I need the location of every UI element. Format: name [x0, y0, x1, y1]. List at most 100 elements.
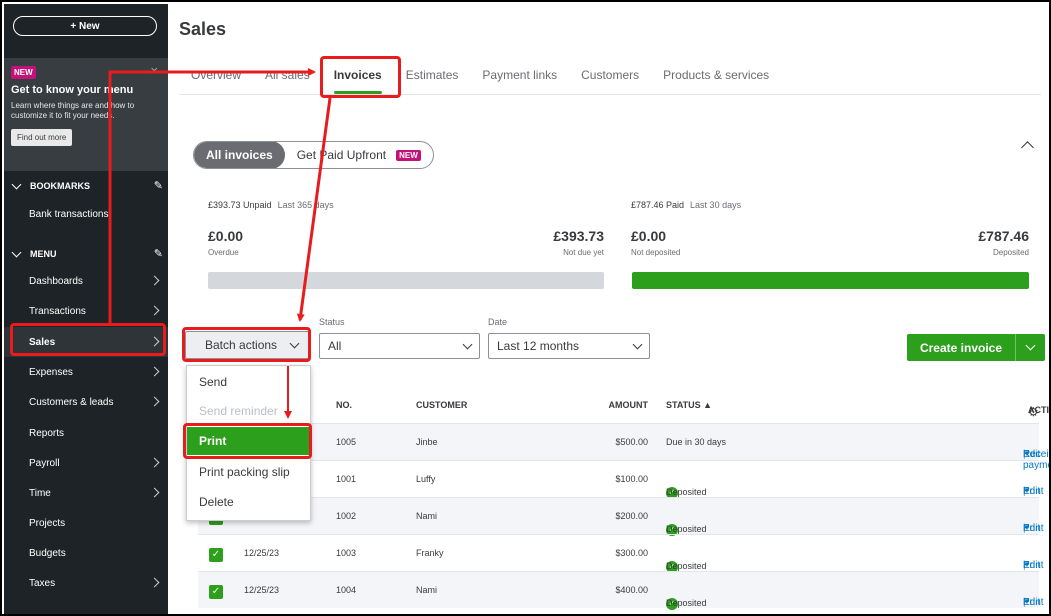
sales-tabs: Overview All sales Invoices Estimates Pa… [179, 66, 781, 96]
status-filter-select[interactable]: All [319, 333, 480, 359]
column-header-status[interactable]: STATUS ▲ [666, 400, 712, 410]
sidebar-item-projects[interactable]: Projects [4, 508, 168, 538]
tab-products-services[interactable]: Products & services [651, 66, 781, 94]
page-title: Sales [179, 19, 227, 39]
not-due-label: Not due yet [563, 248, 604, 257]
unpaid-summary-header: £393.73 Unpaid Last 365 days [208, 200, 334, 210]
bookmarks-header[interactable]: BOOKMARKS ✎ [11, 179, 163, 192]
menu-promo-card: NEW × Get to know your menu Learn where … [4, 58, 168, 171]
menu-item-delete[interactable]: Delete [187, 488, 310, 516]
batch-actions-dropdown[interactable]: Batch actions [185, 331, 311, 359]
column-header-no[interactable]: NO. [336, 400, 352, 410]
column-header-customer[interactable]: CUSTOMER [416, 400, 467, 410]
status-filter-label: Status [319, 317, 345, 327]
chevron-down-icon [11, 179, 22, 189]
menu-item-print-packing-slip[interactable]: Print packing slip [187, 458, 310, 486]
menu-item-send[interactable]: Send [187, 368, 310, 396]
close-icon[interactable]: × [150, 63, 158, 78]
sidebar-item-customers-leads[interactable]: Customers & leads [4, 387, 168, 417]
sidebar-item-time[interactable]: Time [4, 478, 168, 508]
sidebar-item-taxes[interactable]: Taxes [4, 568, 168, 598]
invoice-no: 1002 [336, 511, 357, 521]
left-sidebar: + New NEW × Get to know your menu Learn … [4, 4, 168, 614]
chevron-up-icon[interactable] [1021, 141, 1034, 154]
promo-new-badge: NEW [11, 66, 36, 79]
sidebar-item-payroll[interactable]: Payroll [4, 448, 168, 478]
tab-overview[interactable]: Overview [179, 66, 253, 94]
chevron-down-icon [462, 339, 473, 349]
paid-progress-bar[interactable] [632, 272, 1029, 289]
get-paid-upfront-label: Get Paid Upfront [296, 148, 387, 162]
all-invoices-toggle[interactable]: All invoices [194, 142, 285, 168]
paid-amount: £787.46 Paid [631, 200, 685, 210]
find-out-more-button[interactable]: Find out more [11, 129, 73, 146]
tab-estimates[interactable]: Estimates [394, 66, 471, 94]
caret-down-icon[interactable]: ▼ [1023, 560, 1031, 569]
sidebar-item-dashboards[interactable]: Dashboards [4, 266, 168, 296]
sidebar-item-expenses[interactable]: Expenses [4, 357, 168, 387]
caret-down-icon[interactable]: ▼ [1023, 523, 1031, 532]
status-filter-value: All [328, 339, 342, 353]
tab-payment-links[interactable]: Payment links [470, 66, 569, 94]
chevron-down-icon[interactable] [1025, 340, 1036, 351]
table-row[interactable]: 1005 Jinbe $500.00 Due in 30 days Edit | R… [198, 423, 1049, 471]
caret-down-icon[interactable]: ▼ [1023, 597, 1031, 606]
table-row[interactable]: 1001 Luffy $100.00 ✓ Deposited Edit | Print… [198, 460, 1044, 499]
overdue-value: £0.00 [208, 228, 244, 244]
customer-name: Franky [416, 548, 444, 558]
tab-invoices[interactable]: Invoices [322, 66, 394, 94]
pencil-icon[interactable]: ✎ [154, 179, 163, 192]
date-filter-select[interactable]: Last 12 months [488, 333, 650, 359]
tab-customers[interactable]: Customers [569, 66, 651, 94]
row-checkbox[interactable]: ✓ [209, 548, 223, 562]
invoice-date: 12/25/23 [244, 548, 280, 558]
pencil-icon[interactable]: ✎ [154, 247, 163, 260]
sidebar-item-label: Projects [29, 517, 66, 529]
tab-all-sales[interactable]: All sales [253, 66, 322, 94]
not-due-value: £393.73 [553, 228, 604, 244]
sidebar-item-transactions[interactable]: Transactions [4, 296, 168, 326]
date-filter-label: Date [488, 317, 508, 327]
status-text: Deposited [666, 487, 707, 497]
chevron-right-icon [149, 457, 160, 468]
invoice-no: 1004 [336, 585, 357, 595]
table-row[interactable]: ✓ 12/25/23 1004 Nami $400.00 ✓ Deposited … [198, 571, 1044, 610]
date-filter-value: Last 12 months [497, 339, 580, 353]
sidebar-item-label: Dashboards [29, 275, 83, 287]
deposited-label: Deposited [992, 248, 1029, 257]
status-text: Deposited [666, 561, 707, 571]
chevron-right-icon [149, 336, 160, 347]
table-row[interactable]: ✓ 12/25/23 1003 Franky $300.00 ✓ Deposite… [198, 534, 1044, 573]
caret-down-icon[interactable]: ▼ [1023, 486, 1031, 495]
sidebar-item-label: Budgets [29, 547, 66, 559]
menu-label: MENU [30, 248, 57, 259]
invoice-no: 1001 [336, 474, 357, 484]
new-button-label: + New [70, 20, 100, 32]
sidebar-item-budgets[interactable]: Budgets [4, 538, 168, 568]
sidebar-item-label: Time [29, 487, 51, 499]
customer-name: Nami [416, 511, 438, 521]
column-header-amount[interactable]: AMOUNT [598, 400, 649, 410]
chevron-right-icon [149, 487, 160, 498]
promo-text: Learn where things are and how to custom… [11, 101, 135, 120]
paid-period: Last 30 days [690, 200, 742, 210]
status-text: Deposited [666, 598, 707, 608]
menu-header[interactable]: MENU ✎ [11, 247, 163, 260]
sidebar-item-bank-transactions[interactable]: Bank transactions [4, 199, 168, 229]
invoice-amount: $300.00 [615, 548, 648, 558]
unpaid-progress-bar[interactable] [208, 272, 604, 289]
sidebar-item-sales[interactable]: Sales [4, 327, 168, 357]
caret-down-icon[interactable]: ▼ [1023, 449, 1031, 458]
gear-icon[interactable]: ⚙ [1028, 405, 1039, 419]
customer-name: Nami [416, 585, 438, 595]
new-button[interactable]: + New [13, 16, 157, 36]
create-invoice-button[interactable]: Create invoice [907, 334, 1045, 361]
menu-item-print[interactable]: Print [187, 427, 310, 455]
sidebar-item-reports[interactable]: Reports [4, 418, 168, 448]
sidebar-item-label: Bank transactions [29, 208, 109, 220]
get-paid-upfront-toggle[interactable]: Get Paid Upfront NEW [285, 142, 433, 168]
not-deposited-label: Not deposited [631, 248, 681, 257]
row-checkbox[interactable]: ✓ [209, 585, 223, 599]
table-row[interactable]: ✓ 1002 Nami $200.00 ✓Deposited Edit|Prin… [198, 497, 1044, 536]
chevron-right-icon [149, 396, 160, 407]
